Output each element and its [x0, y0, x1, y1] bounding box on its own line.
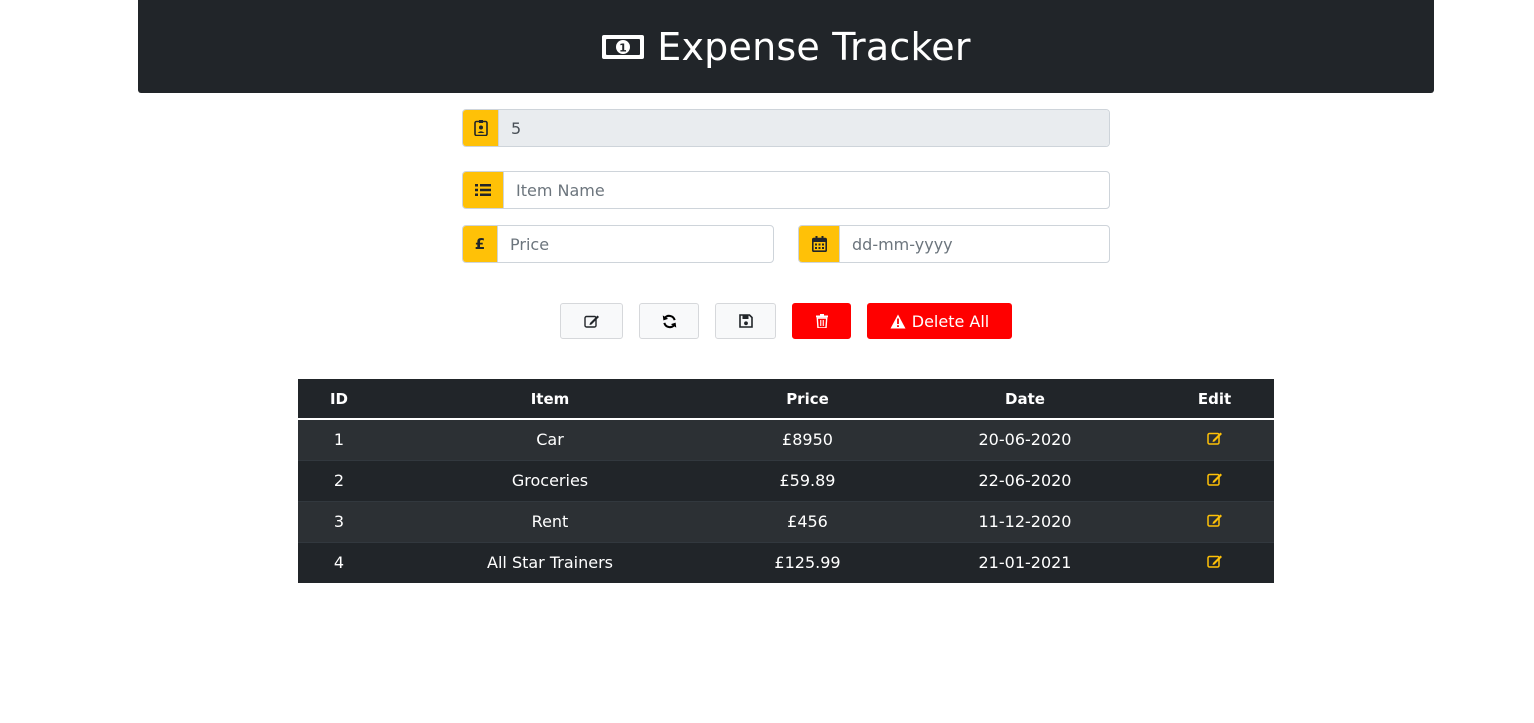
table-header-row: ID Item Price Date Edit [298, 379, 1274, 420]
column-header-edit: Edit [1155, 379, 1274, 420]
column-header-id: ID [298, 379, 380, 420]
edit-button[interactable] [560, 303, 623, 339]
row-item: Rent [380, 500, 720, 542]
page-title: Expense Tracker [657, 24, 971, 69]
row-date: 22-06-2020 [895, 459, 1155, 501]
row-edit-icon[interactable] [1206, 472, 1223, 488]
row-price: £59.89 [720, 459, 895, 501]
date-input[interactable] [840, 226, 1109, 262]
row-price: £456 [720, 500, 895, 542]
refresh-button[interactable] [639, 303, 699, 339]
table-row: 2 Groceries £59.89 22-06-2020 [298, 459, 1274, 501]
calendar-icon [799, 226, 840, 262]
money-bill-icon: 1 [601, 32, 645, 62]
column-header-item: Item [380, 379, 720, 420]
save-icon [738, 314, 753, 328]
expense-table: ID Item Price Date Edit 1 Car £8950 20-0… [298, 379, 1274, 583]
row-date: 21-01-2021 [895, 541, 1155, 583]
row-date: 11-12-2020 [895, 500, 1155, 542]
row-edit-icon[interactable] [1206, 431, 1223, 447]
pound-sign-icon: £ [463, 226, 498, 262]
row-edit-icon[interactable] [1206, 554, 1223, 570]
table-row: 1 Car £8950 20-06-2020 [298, 418, 1274, 460]
id-field-group: 5 [462, 109, 1110, 147]
table-row: 3 Rent £456 11-12-2020 [298, 500, 1274, 542]
row-id: 3 [298, 500, 380, 542]
id-field: 5 [499, 110, 1109, 146]
warning-icon [890, 314, 906, 329]
delete-all-label: Delete All [911, 311, 990, 331]
delete-button[interactable] [792, 303, 851, 339]
row-date: 20-06-2020 [895, 418, 1155, 460]
item-name-input[interactable] [504, 172, 1109, 208]
delete-all-button[interactable]: Delete All [867, 303, 1012, 339]
svg-text:1: 1 [619, 41, 627, 54]
row-edit-cell [1155, 418, 1274, 460]
row-id: 1 [298, 418, 380, 460]
row-price: £125.99 [720, 541, 895, 583]
row-item: Groceries [380, 459, 720, 501]
list-icon [463, 172, 504, 208]
trash-icon [815, 314, 828, 328]
app-header: 1 Expense Tracker [138, 0, 1434, 93]
row-edit-cell [1155, 500, 1274, 542]
price-input[interactable] [498, 226, 773, 262]
id-badge-icon [463, 110, 499, 146]
column-header-date: Date [895, 379, 1155, 420]
row-id: 2 [298, 459, 380, 501]
date-group [798, 225, 1110, 263]
item-name-group [462, 171, 1110, 209]
row-item: All Star Trainers [380, 541, 720, 583]
row-id: 4 [298, 541, 380, 583]
row-edit-cell [1155, 541, 1274, 583]
row-edit-icon[interactable] [1206, 513, 1223, 529]
row-item: Car [380, 418, 720, 460]
row-price: £8950 [720, 418, 895, 460]
sync-icon [662, 314, 677, 329]
edit-icon [583, 314, 600, 328]
save-button[interactable] [715, 303, 776, 339]
column-header-price: Price [720, 379, 895, 420]
table-row: 4 All Star Trainers £125.99 21-01-2021 [298, 541, 1274, 583]
row-edit-cell [1155, 459, 1274, 501]
price-group: £ [462, 225, 774, 263]
